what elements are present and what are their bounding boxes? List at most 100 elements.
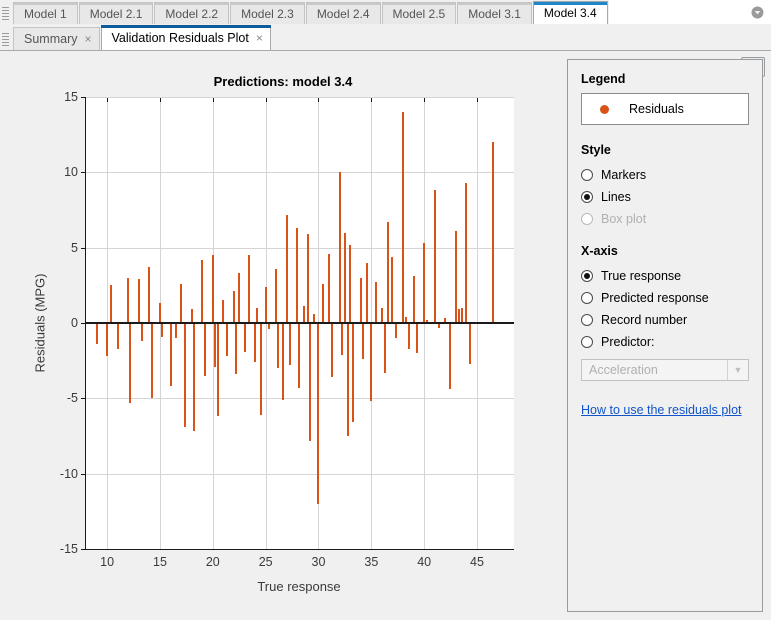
- residual-stem: [275, 268, 278, 323]
- residual-stem: [361, 323, 364, 360]
- residual-stem: [277, 323, 280, 369]
- legend-section-title: Legend: [581, 72, 626, 86]
- model-tab-model-3-4[interactable]: Model 3.4: [532, 1, 608, 24]
- model-tab-model-3-1[interactable]: Model 3.1: [457, 2, 532, 24]
- residual-stem: [366, 262, 369, 323]
- residual-stem: [347, 323, 350, 436]
- plot-container: Predictions: model 3.4 True response Res…: [0, 51, 566, 620]
- residual-stem: [306, 234, 309, 323]
- radio-button-icon[interactable]: [581, 336, 593, 348]
- model-tab-model-2-5[interactable]: Model 2.5: [381, 2, 457, 24]
- x-tick-label: 10: [100, 555, 115, 569]
- xaxis-option-predicted-response[interactable]: Predicted response: [581, 287, 749, 309]
- radio-label: True response: [601, 269, 682, 283]
- residual-stem: [359, 277, 362, 323]
- xaxis-radio-group: True response Predicted response Record nu…: [581, 265, 749, 353]
- model-tab-filler: [608, 0, 771, 24]
- residual-stem: [412, 276, 415, 323]
- document-tab-summary[interactable]: Summary ×: [13, 27, 100, 50]
- residual-stem: [217, 323, 220, 417]
- model-tab-model-2-2[interactable]: Model 2.2: [154, 2, 230, 24]
- chevron-down-icon-predictor: ▼: [727, 360, 748, 380]
- residual-stem: [222, 300, 225, 323]
- residual-stem: [352, 323, 355, 423]
- radio-label: Record number: [601, 313, 688, 327]
- radio-label: Predictor:: [601, 335, 655, 349]
- style-option-markers[interactable]: Markers: [581, 164, 749, 186]
- residual-stem: [423, 243, 426, 323]
- residual-stem: [211, 255, 214, 323]
- model-tab-model-2-1[interactable]: Model 2.1: [78, 2, 154, 24]
- legend-marker-icon: [600, 104, 609, 114]
- radio-label: Predicted response: [601, 291, 709, 305]
- residual-stem: [384, 323, 387, 373]
- residual-stem: [374, 282, 377, 323]
- plot-axes[interactable]: Residuals (MPG) 10 15 20 25 30 35 40 45 15 10 5 0 -5…: [33, 90, 514, 569]
- radio-label: Markers: [601, 168, 647, 182]
- residual-stem: [408, 323, 411, 349]
- xaxis-section-title: X-axis: [581, 244, 618, 258]
- radio-button-icon[interactable]: [581, 191, 593, 203]
- residual-stem: [340, 323, 343, 355]
- residual-stem: [331, 323, 334, 378]
- document-tab-validation-residuals-plot[interactable]: Validation Residuals Plot ×: [100, 25, 272, 50]
- legend-box[interactable]: Residuals: [581, 93, 749, 125]
- drag-grip-icon-2[interactable]: [2, 29, 11, 49]
- residual-stem: [260, 323, 263, 415]
- style-option-lines[interactable]: Lines: [581, 186, 749, 208]
- y-tick-mark: [81, 398, 86, 400]
- residual-stem: [106, 323, 109, 357]
- x-tick-label: 40: [417, 555, 432, 569]
- residual-stem: [298, 323, 301, 388]
- residual-stem: [169, 323, 172, 387]
- y-tick-mark: [81, 247, 86, 249]
- y-tick-mark: [81, 172, 86, 174]
- residual-stem: [247, 255, 250, 323]
- y-tick-label: 5: [71, 240, 78, 255]
- xaxis-option-predictor[interactable]: Predictor:: [581, 331, 749, 353]
- chevron-down-icon[interactable]: [749, 4, 765, 20]
- model-tab-model-1[interactable]: Model 1: [13, 2, 78, 24]
- radio-button-icon[interactable]: [581, 292, 593, 304]
- residual-stem: [454, 231, 457, 323]
- zero-reference-line: [86, 322, 514, 324]
- predictor-select[interactable]: Acceleration ▼: [581, 359, 749, 381]
- y-tick-label: 15: [64, 90, 78, 104]
- close-icon[interactable]: ×: [84, 33, 91, 45]
- x-tick-label: 30: [311, 555, 326, 569]
- plot-options-panel: Legend Residuals Style Markers Lines Box p…: [567, 59, 763, 612]
- residual-stem: [116, 323, 119, 349]
- x-tick-label: 20: [205, 555, 220, 569]
- residual-stem: [391, 256, 394, 323]
- y-tick-label: -15: [59, 542, 78, 556]
- radio-label: Box plot: [601, 212, 647, 226]
- xaxis-option-record-number[interactable]: Record number: [581, 309, 749, 331]
- radio-button-icon[interactable]: [581, 169, 593, 181]
- model-tab-model-2-4[interactable]: Model 2.4: [305, 2, 381, 24]
- residual-stem: [180, 283, 183, 323]
- plot-title: Predictions: model 3.4: [213, 74, 353, 89]
- radio-button-icon[interactable]: [581, 270, 593, 282]
- model-tab-model-2-3[interactable]: Model 2.3: [230, 2, 305, 24]
- residual-stem: [137, 279, 140, 323]
- residual-stem: [150, 323, 153, 399]
- residual-stem: [110, 285, 113, 323]
- residual-stem: [235, 323, 238, 375]
- residual-stem: [296, 228, 299, 323]
- grid-line-horizontal: [86, 473, 514, 475]
- model-tab-bar: Model 1 Model 2.1 Model 2.2 Model 2.3 Model …: [0, 0, 771, 25]
- residual-stem: [190, 309, 193, 323]
- help-link[interactable]: How to use the residuals plot: [581, 403, 742, 417]
- residual-stem: [491, 142, 494, 323]
- residual-stem: [281, 323, 284, 400]
- radio-button-icon[interactable]: [581, 314, 593, 326]
- residual-stem: [370, 323, 373, 402]
- y-tick-label: 0: [71, 316, 78, 330]
- legend-entry-label: Residuals: [629, 102, 684, 116]
- close-icon[interactable]: ×: [256, 32, 263, 44]
- drag-grip-icon[interactable]: [2, 3, 11, 23]
- xaxis-option-true-response[interactable]: True response: [581, 265, 749, 287]
- y-tick-mark: [81, 549, 86, 550]
- model-tab-label: Model 3.1: [468, 6, 521, 21]
- style-section-title: Style: [581, 143, 611, 157]
